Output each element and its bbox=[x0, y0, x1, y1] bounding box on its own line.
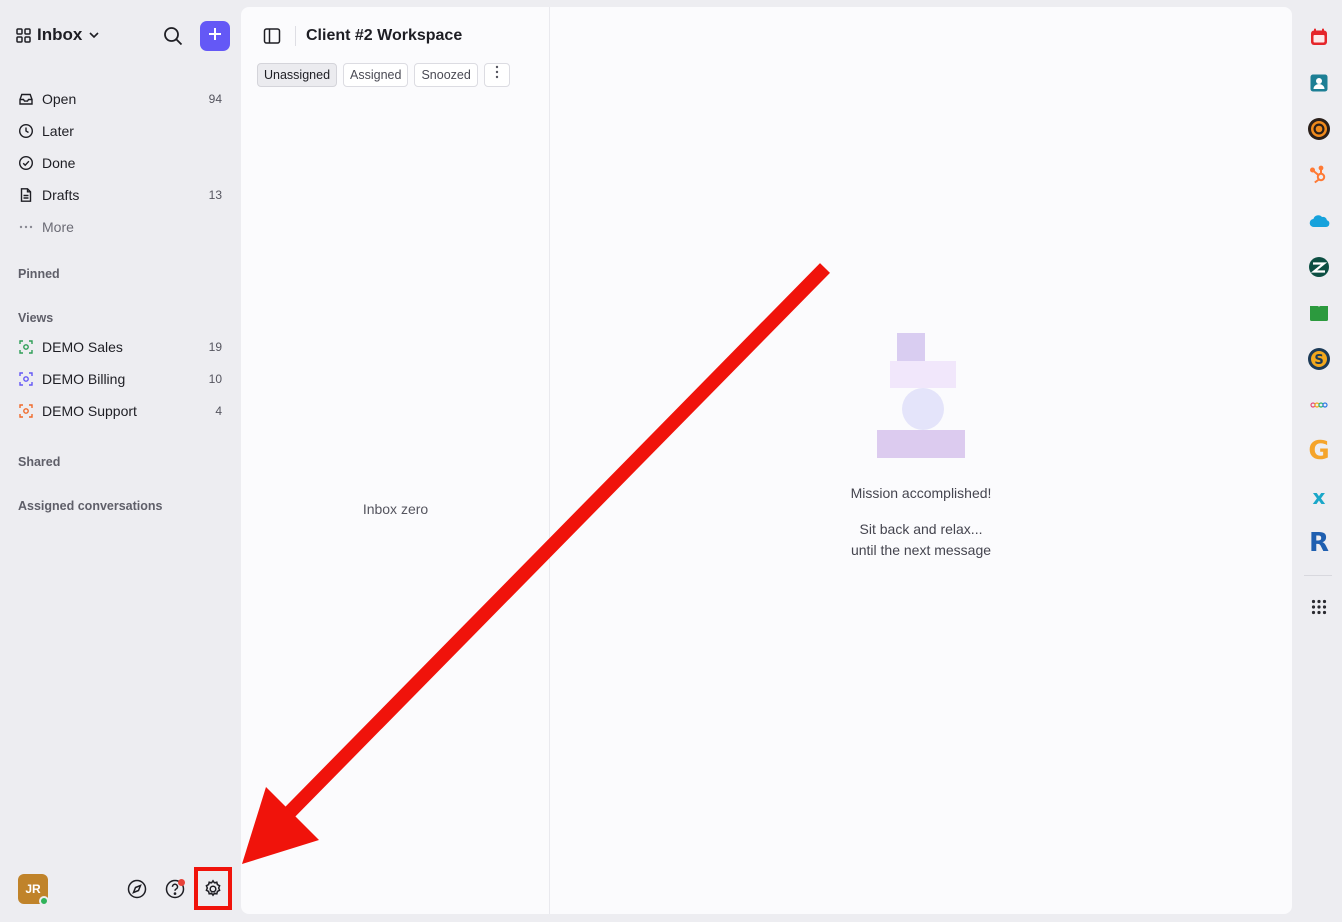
nav-label: Later bbox=[42, 123, 74, 139]
stacked-shapes-illustration bbox=[877, 333, 967, 459]
discover-button[interactable] bbox=[126, 878, 148, 900]
search-button[interactable] bbox=[161, 24, 185, 48]
nav-count: 13 bbox=[208, 188, 222, 202]
app-grid-icon[interactable] bbox=[1306, 594, 1332, 620]
compose-button[interactable] bbox=[200, 21, 230, 51]
nav-item-open[interactable]: Open 94 bbox=[10, 83, 230, 115]
x-app-icon[interactable]: x bbox=[1306, 484, 1332, 510]
view-label: DEMO Support bbox=[42, 403, 137, 419]
view-item-billing[interactable]: DEMO Billing 10 bbox=[10, 363, 230, 395]
help-icon bbox=[164, 879, 186, 904]
primary-nav: Open 94 Later Done Drafts 13 More bbox=[10, 83, 230, 243]
search-icon bbox=[161, 27, 185, 52]
plus-icon bbox=[207, 26, 223, 47]
sidebar-header: Inbox bbox=[0, 18, 240, 54]
calendar-icon[interactable] bbox=[1306, 24, 1332, 50]
inbox-title: Inbox bbox=[37, 25, 83, 44]
tab-snoozed[interactable]: Snoozed bbox=[414, 63, 478, 87]
nav-label: Done bbox=[42, 155, 76, 171]
nav-item-later[interactable]: Later bbox=[10, 115, 230, 147]
view-count: 19 bbox=[208, 340, 222, 354]
nav-item-done[interactable]: Done bbox=[10, 147, 230, 179]
sidebar-panel-icon bbox=[262, 28, 282, 50]
filter-tabs: Unassigned Assigned Snoozed bbox=[257, 63, 510, 87]
clock-icon bbox=[18, 123, 34, 139]
app-rail: S G x R bbox=[1292, 0, 1342, 922]
rail-divider bbox=[1304, 575, 1332, 576]
inbox-tray-icon bbox=[18, 91, 34, 107]
header-divider bbox=[295, 26, 296, 46]
empty-state: Mission accomplished! Sit back and relax… bbox=[550, 7, 1292, 914]
empty-subtitle: Sit back and relax... until the next mes… bbox=[550, 519, 1292, 561]
section-views[interactable]: Views bbox=[18, 311, 53, 325]
sidebar-footer: JR bbox=[0, 870, 240, 910]
view-icon bbox=[18, 339, 34, 355]
inbox-switcher[interactable]: Inbox bbox=[16, 25, 100, 45]
tab-assigned[interactable]: Assigned bbox=[343, 63, 409, 87]
view-label: DEMO Billing bbox=[42, 371, 126, 387]
workspace-title: Client #2 Workspace bbox=[306, 27, 463, 44]
x-app-letter: x bbox=[1312, 485, 1326, 509]
nav-label: Drafts bbox=[42, 187, 80, 203]
grid-icon bbox=[16, 27, 31, 43]
hubspot-icon[interactable] bbox=[1306, 162, 1332, 188]
g-app-icon[interactable]: G bbox=[1306, 438, 1332, 464]
check-circle-icon bbox=[18, 155, 34, 171]
ellipsis-icon bbox=[18, 219, 34, 235]
contacts-icon[interactable] bbox=[1306, 70, 1332, 96]
nav-label: Open bbox=[42, 91, 77, 107]
nav-count: 94 bbox=[208, 92, 222, 106]
view-count: 4 bbox=[215, 404, 222, 418]
section-assigned[interactable]: Assigned conversations bbox=[18, 499, 163, 513]
list-empty-text: Inbox zero bbox=[362, 501, 429, 517]
view-label: DEMO Sales bbox=[42, 339, 123, 355]
compass-icon bbox=[126, 879, 148, 904]
r-app-letter: R bbox=[1308, 528, 1330, 558]
presence-indicator bbox=[39, 896, 49, 906]
dots-app-icon[interactable] bbox=[1306, 392, 1332, 418]
nav-label: More bbox=[42, 219, 74, 235]
empty-line-2: until the next message bbox=[850, 542, 992, 558]
sidebar: Inbox Open 94 Later Done Drafts 13 More … bbox=[0, 0, 240, 922]
view-icon bbox=[18, 371, 34, 387]
sidebar-toggle-button[interactable] bbox=[262, 26, 282, 46]
view-icon bbox=[18, 403, 34, 419]
empty-line-1: Sit back and relax... bbox=[859, 521, 983, 537]
vertical-ellipsis-icon bbox=[495, 64, 499, 86]
gear-icon bbox=[202, 879, 224, 904]
book-app-icon[interactable] bbox=[1306, 300, 1332, 326]
view-item-sales[interactable]: DEMO Sales 19 bbox=[10, 331, 230, 363]
section-shared[interactable]: Shared bbox=[18, 455, 60, 469]
view-count: 10 bbox=[208, 372, 222, 386]
chevron-down-icon bbox=[88, 29, 100, 41]
nav-item-more[interactable]: More bbox=[10, 211, 230, 243]
section-pinned[interactable]: Pinned bbox=[18, 267, 60, 281]
filter-more-button[interactable] bbox=[483, 63, 510, 87]
conversation-list-pane: Client #2 Workspace Unassigned Assigned … bbox=[241, 7, 550, 914]
settings-button[interactable] bbox=[202, 878, 224, 900]
nav-item-drafts[interactable]: Drafts 13 bbox=[10, 179, 230, 211]
main-panel: Client #2 Workspace Unassigned Assigned … bbox=[241, 7, 1292, 914]
tab-unassigned[interactable]: Unassigned bbox=[257, 63, 338, 87]
salesforce-icon[interactable] bbox=[1306, 208, 1332, 234]
svg-text:S: S bbox=[1314, 353, 1323, 368]
view-item-support[interactable]: DEMO Support 4 bbox=[10, 395, 230, 427]
document-icon bbox=[18, 187, 34, 203]
notification-dot bbox=[178, 879, 185, 886]
g-app-letter: G bbox=[1308, 436, 1330, 466]
r-app-icon[interactable]: R bbox=[1306, 530, 1332, 556]
s-app-icon[interactable]: S bbox=[1306, 346, 1332, 372]
empty-title: Mission accomplished! bbox=[850, 485, 992, 501]
views-list: DEMO Sales 19 DEMO Billing 10 DEMO Suppo… bbox=[10, 331, 230, 427]
target-app-icon[interactable] bbox=[1306, 116, 1332, 142]
zendesk-icon[interactable] bbox=[1306, 254, 1332, 280]
